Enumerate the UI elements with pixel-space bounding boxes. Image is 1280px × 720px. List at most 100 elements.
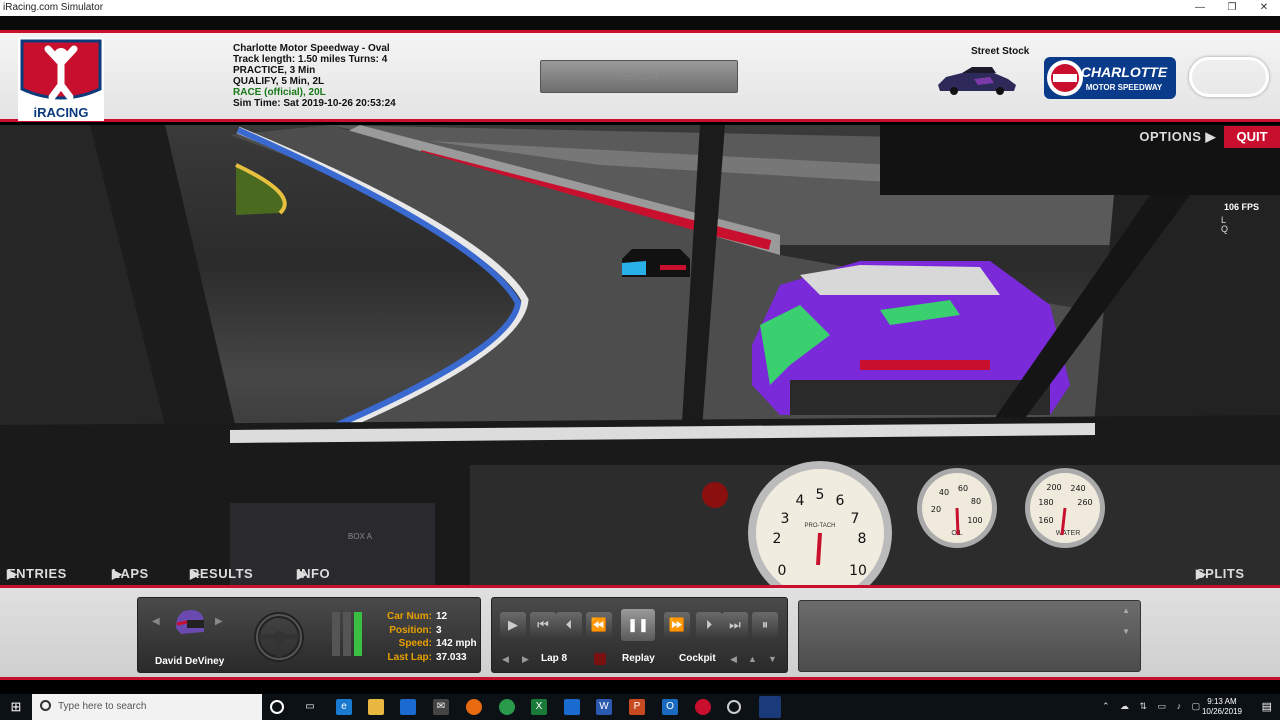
- logo-text: iRACING: [34, 105, 89, 120]
- taskbar-clock[interactable]: 9:13 AM 10/26/2019: [1202, 697, 1242, 717]
- powerpoint-icon[interactable]: P: [629, 699, 645, 715]
- svg-text:200: 200: [1046, 483, 1061, 492]
- svg-text:60: 60: [958, 484, 968, 493]
- minimize-button[interactable]: —: [1184, 0, 1216, 16]
- last-lap: Last Lap: 37.033: [387, 651, 467, 663]
- replay-header-button[interactable]: REPLAY: [540, 60, 738, 93]
- svg-text:8: 8: [858, 531, 867, 547]
- pause-button[interactable]: ❚❚: [621, 609, 655, 641]
- next-event-button[interactable]: ⏵: [696, 612, 722, 638]
- next-camera-icon[interactable]: ▲: [748, 654, 757, 664]
- cockpit-view: BOX A 0 2 3 4 5 6 7 8 10 PRO-TACH 20 40 …: [0, 125, 1280, 585]
- lap-indicator: Lap 8: [541, 653, 568, 664]
- iracing-taskbar-icon[interactable]: [759, 696, 781, 718]
- race-scene: BOX A 0 2 3 4 5 6 7 8 10 PRO-TACH 20 40 …: [0, 125, 1280, 585]
- car-class-label: Street Stock: [971, 46, 1030, 57]
- splits-panel: ▲ ▼: [798, 600, 1141, 672]
- splits-menu[interactable]: SPLITS ▶: [1196, 566, 1244, 582]
- info-menu[interactable]: INFO ▶: [297, 566, 330, 582]
- svg-text:5: 5: [816, 487, 825, 503]
- search-icon: [40, 700, 51, 711]
- file-explorer-icon[interactable]: [368, 699, 384, 715]
- window-titlebar: iRacing.com Simulator — ❐ ✕: [0, 0, 1280, 16]
- position: Position: 3: [389, 624, 442, 636]
- replay-controls: ▶ ⏮ ⏴ ⏪ ❚❚ ⏩ ⏵ ⏭ ⏸ ◀ ▶ Lap 8 Replay Cock…: [491, 597, 788, 673]
- fast-forward-button[interactable]: ⏩: [664, 612, 690, 638]
- dropbox-icon[interactable]: [564, 699, 580, 715]
- taskbar-date: 10/26/2019: [1201, 707, 1242, 716]
- driver-name: David DeViney: [155, 656, 225, 667]
- sim-time: Sim Time: Sat 2019-10-26 20:53:24: [233, 98, 396, 109]
- svg-text:2: 2: [773, 531, 782, 547]
- prev-camera-icon[interactable]: ◀: [730, 654, 737, 665]
- charlotte-track-logo: CHARLOTTE MOTOR SPEEDWAY: [1044, 57, 1176, 99]
- next-driver-icon[interactable]: ▶: [215, 616, 223, 627]
- prev-driver-icon[interactable]: ◀: [152, 616, 160, 627]
- camera-down-icon[interactable]: ▼: [768, 654, 777, 664]
- app-icon[interactable]: [695, 699, 711, 715]
- speed: Speed: 142 mph: [398, 638, 477, 649]
- svg-text:180: 180: [1038, 498, 1053, 507]
- edge-icon[interactable]: e: [336, 699, 352, 715]
- firefox-icon[interactable]: [466, 699, 482, 715]
- mail-icon[interactable]: ✉: [433, 699, 449, 715]
- leading-car: [622, 249, 690, 277]
- taskbar-search[interactable]: Type here to search: [32, 694, 262, 720]
- word-icon[interactable]: W: [596, 699, 612, 715]
- svg-text:160: 160: [1038, 516, 1053, 525]
- store-icon[interactable]: [400, 699, 416, 715]
- record-icon[interactable]: [594, 653, 606, 665]
- options-menu[interactable]: OPTIONS ▶: [1139, 129, 1216, 145]
- sim-menu: ENTRIES ▶ LAPS ▶ RESULTS ▶ INFO ▶ SPLITS…: [0, 566, 1280, 584]
- outlook-icon[interactable]: O: [662, 699, 678, 715]
- driver-stats: Car Num: 12 Position: 3 Speed: 142 mph Last…: [374, 610, 477, 664]
- window-title: iRacing.com Simulator: [3, 2, 104, 13]
- quit-button[interactable]: QUIT: [1224, 126, 1280, 148]
- close-button[interactable]: ✕: [1248, 0, 1280, 16]
- water-gauge: 160 180 200 240 260 WATER: [1025, 468, 1105, 548]
- play-button[interactable]: ▶: [500, 612, 526, 638]
- steering-wheel-icon: [254, 612, 304, 662]
- motor-speedway-text: MOTOR SPEEDWAY: [1086, 83, 1163, 92]
- rewind-button[interactable]: ⏪: [586, 612, 612, 638]
- entries-menu[interactable]: ENTRIES ▶: [7, 566, 66, 582]
- helmet-icon: [176, 610, 204, 634]
- clock-app-icon[interactable]: [727, 700, 741, 714]
- svg-text:20: 20: [931, 505, 941, 514]
- water-label: WATER: [1056, 530, 1081, 537]
- sim-header: iRACING Charlotte Motor Speedway - Oval …: [0, 30, 1280, 122]
- prev-lap-icon[interactable]: ◀: [502, 654, 509, 665]
- scroll-down-icon[interactable]: ▼: [1122, 627, 1130, 636]
- prev-event-button[interactable]: ⏴: [556, 612, 582, 638]
- system-tray-icons[interactable]: ⌃ ☁ ⇅ ▭ ♪ ▢: [1102, 701, 1204, 712]
- task-view-icon[interactable]: ▭: [302, 699, 318, 715]
- windows-taskbar: ⊞ Type here to search ▭ e ✉ X W P O ⌃ ☁ …: [0, 694, 1280, 720]
- scroll-up-icon[interactable]: ▲: [1122, 606, 1130, 615]
- iracing-logo[interactable]: iRACING: [18, 37, 104, 121]
- svg-text:40: 40: [939, 488, 949, 497]
- svg-text:4: 4: [796, 493, 805, 509]
- driver-panel: ◀ ▶ David DeViney Car Num: 12 Position: 3 …: [137, 597, 481, 673]
- notifications-icon[interactable]: ▤: [1262, 700, 1272, 713]
- excel-icon[interactable]: X: [531, 699, 547, 715]
- top-black-strip: [0, 16, 1280, 30]
- next-lap-icon[interactable]: ▶: [522, 654, 529, 665]
- svg-text:260: 260: [1077, 498, 1092, 507]
- car-number: Car Num: 12: [386, 611, 448, 622]
- jump-end-button[interactable]: ⏭: [722, 612, 748, 638]
- results-menu[interactable]: RESULTS ▶: [190, 566, 253, 582]
- oil-gauge: 20 40 60 80 100 OIL: [917, 468, 997, 548]
- chrome-icon[interactable]: [499, 699, 515, 715]
- laps-menu[interactable]: LAPS ▶: [112, 566, 148, 582]
- maximize-button[interactable]: ❐: [1216, 0, 1248, 16]
- box-label: BOX A: [348, 532, 373, 541]
- cortana-icon[interactable]: [270, 700, 284, 714]
- jump-start-button[interactable]: ⏮: [530, 612, 556, 638]
- svg-text:6: 6: [836, 493, 845, 509]
- start-button[interactable]: ⊞: [0, 694, 32, 720]
- camera-label[interactable]: Cockpit: [679, 653, 716, 664]
- race-session: RACE (official), 20L: [233, 87, 326, 98]
- live-button[interactable]: ⏸: [752, 612, 778, 638]
- taskbar-time: 9:13 AM: [1207, 697, 1237, 706]
- fps-counter: 106 FPS: [1224, 202, 1260, 212]
